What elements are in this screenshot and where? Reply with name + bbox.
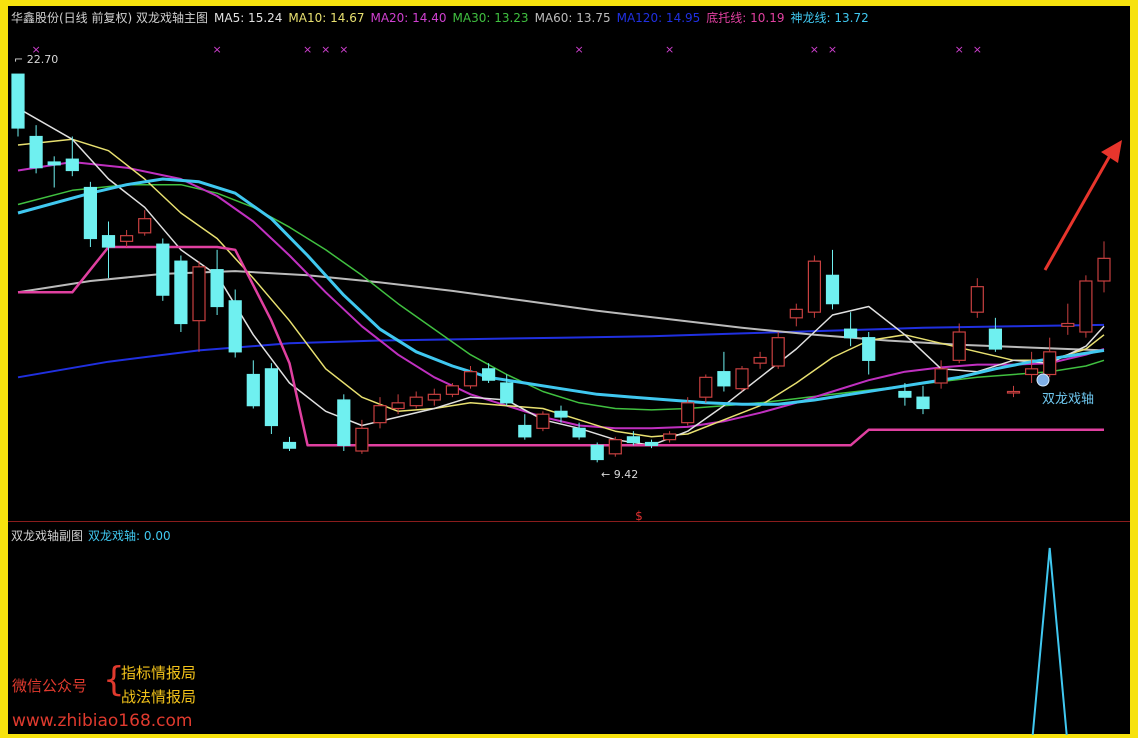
candle-body [608, 439, 622, 455]
candle-body [735, 368, 749, 390]
candle-body [47, 161, 61, 166]
candle-body [1043, 351, 1057, 376]
candle-body [934, 368, 948, 384]
candle-body [65, 158, 79, 172]
candle-body [916, 396, 930, 410]
main-title-item-7: 底托线: 10.19 [706, 11, 785, 25]
candle-body [1006, 390, 1021, 394]
candle-body [518, 424, 532, 438]
signal-marker: × [810, 43, 819, 56]
candle-body [789, 308, 803, 319]
signal-marker: × [321, 43, 330, 56]
candle-body [862, 337, 876, 361]
sub-chart-title-bar: 双龙戏轴副图 双龙戏轴: 0.00 [11, 527, 176, 544]
candle-body [1061, 322, 1075, 327]
candle-body [554, 410, 568, 418]
signal-marker: × [955, 43, 964, 56]
candle-body [681, 402, 695, 424]
candle-body [1097, 257, 1111, 282]
candle-body [644, 441, 659, 446]
candle-body [988, 328, 1003, 350]
candle-body [11, 73, 25, 129]
signal-marker: × [212, 43, 221, 56]
signal-marker: × [303, 43, 312, 56]
candle-body [1024, 368, 1039, 376]
trend-arrow-icon [1043, 151, 1114, 271]
candle-body [246, 373, 260, 407]
candle-body [717, 371, 731, 387]
main-title-item-4: MA30: 13.23 [452, 11, 529, 25]
candle-body [119, 235, 134, 242]
candle-body [174, 260, 188, 325]
trend-arrow-head-icon [1101, 140, 1122, 163]
main-title-item-6: MA120: 14.95 [616, 11, 701, 25]
candle-body [753, 356, 767, 364]
main-title-item-2: MA10: 14.67 [288, 11, 365, 25]
candle-body [463, 371, 478, 387]
candle-body [210, 269, 224, 308]
low-price-label: ← 9.42 [601, 468, 638, 481]
candle-body [825, 274, 840, 305]
sub-chart-spike [1031, 547, 1068, 736]
candle-body [101, 235, 116, 248]
high-price-label: ⌐ 22.70 [14, 53, 58, 66]
candle-body [590, 444, 604, 461]
main-title-item-0: 华鑫股份(日线 前复权) 双龙戏轴主图 [11, 11, 208, 25]
candle-body [572, 427, 586, 438]
signal-marker: × [665, 43, 674, 56]
candle-body [156, 243, 170, 296]
main-title-item-1: MA5: 15.24 [214, 11, 283, 25]
main-chart-title-bar: 华鑫股份(日线 前复权) 双龙戏轴主图 MA5: 15.24 MA10: 14.67… [11, 9, 875, 26]
signal-marker: × [339, 43, 348, 56]
candle-body [83, 186, 98, 240]
candle-body [662, 433, 677, 441]
main-title-item-8: 神龙线: 13.72 [790, 11, 869, 25]
candle-body [500, 382, 514, 404]
candle-body [138, 218, 152, 234]
candle-body [699, 376, 713, 398]
candle-body [807, 260, 822, 313]
main-chart-panel: × × × × × × × × × × ×⌐ 22.70← 9.42双龙戏轴$ [11, 43, 1122, 523]
panel-divider [8, 521, 1130, 522]
candle-body [445, 385, 459, 395]
candle-body [373, 405, 387, 424]
sub-title-item-1: 双龙戏轴: 0.00 [88, 529, 171, 543]
watermark-url: www.zhibiao168.com [12, 711, 193, 731]
candle-body [898, 390, 912, 398]
candle-body [952, 331, 966, 361]
candle-body [228, 300, 242, 353]
signal-marker: × [973, 43, 982, 56]
candle-body [391, 402, 405, 410]
signal-label: 双龙戏轴 [1042, 392, 1094, 407]
candle-body [409, 396, 423, 407]
candle-body [192, 266, 206, 322]
candle-body [843, 328, 858, 339]
signal-marker: × [574, 43, 583, 56]
candle-body [626, 436, 641, 444]
candle-body [264, 368, 278, 427]
watermark-line2: 战法情报局 [121, 688, 197, 706]
watermark-line1: 指标情报局 [121, 664, 197, 682]
candle-body [536, 413, 550, 429]
watermark-names: 指标情报局 战法情报局 [121, 661, 196, 709]
sub-chart-panel [1031, 547, 1068, 736]
main-title-item-3: MA20: 14.40 [370, 11, 447, 25]
candle-body [282, 441, 297, 449]
sub-title-item-0: 双龙戏轴副图 [11, 529, 84, 543]
candle-body [427, 393, 441, 401]
candle-body [970, 286, 984, 313]
chart-canvas: × × × × × × × × × × ×⌐ 22.70← 9.42双龙戏轴$ [11, 43, 1122, 736]
candle-body [771, 337, 785, 367]
signal-marker: × [828, 43, 837, 56]
candle-body [337, 399, 351, 446]
candle-body [482, 368, 496, 381]
candle-body [1079, 280, 1093, 333]
signal-ball-icon [1036, 373, 1050, 387]
watermark-label: 微信公众号 [12, 677, 88, 695]
candle-body [29, 135, 43, 169]
main-title-item-5: MA60: 13.75 [534, 11, 611, 25]
candle-body [355, 427, 369, 452]
